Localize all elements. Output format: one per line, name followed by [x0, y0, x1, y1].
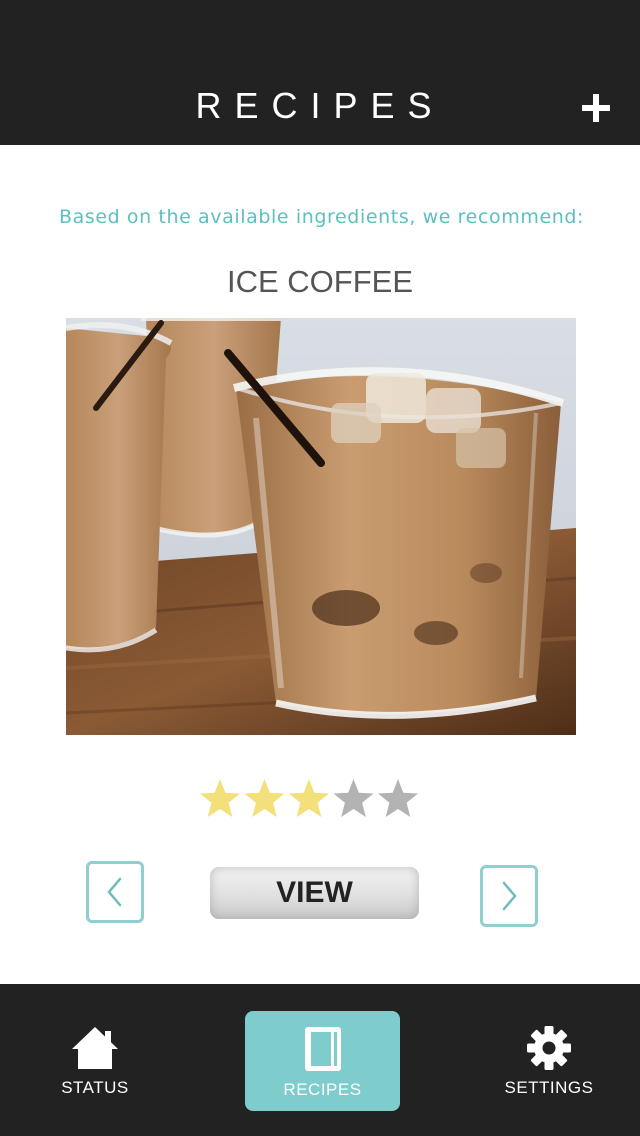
star-empty-icon[interactable]: [333, 779, 374, 817]
star-empty-icon[interactable]: [378, 779, 418, 817]
tab-recipes[interactable]: RECIPES: [245, 1011, 400, 1111]
home-icon: [70, 1023, 120, 1073]
recipe-title: ICE COFFEE: [226, 264, 413, 299]
gear-icon: [524, 1023, 574, 1073]
plus-icon: [582, 94, 610, 122]
top-bar: RECIPES: [0, 0, 640, 145]
star-filled-icon[interactable]: [200, 779, 240, 817]
star-rating[interactable]: [198, 776, 422, 822]
page-title: RECIPES: [195, 85, 445, 126]
tab-status[interactable]: STATUS: [20, 1011, 170, 1111]
tab-settings[interactable]: SETTINGS: [470, 1011, 628, 1111]
star-filled-icon[interactable]: [289, 779, 329, 817]
next-recipe-button[interactable]: [480, 865, 538, 927]
book-icon: [298, 1023, 348, 1073]
recommendation-intro: Based on the available ingredients, we r…: [58, 206, 585, 228]
tab-label: SETTINGS: [504, 1078, 594, 1097]
tab-label: STATUS: [61, 1078, 129, 1097]
add-recipe-button[interactable]: [576, 88, 616, 128]
chevron-left-icon: [107, 877, 122, 907]
star-filled-icon[interactable]: [244, 779, 285, 817]
bottom-tab-bar: STATUS RECIPES SETTINGS: [0, 984, 640, 1136]
chevron-right-icon: [502, 881, 517, 911]
ice-coffee-photo: [66, 318, 576, 735]
previous-recipe-button[interactable]: [86, 861, 144, 923]
view-recipe-button[interactable]: VIEW: [210, 867, 419, 919]
recipe-photo: [66, 318, 576, 735]
tab-label: RECIPES: [283, 1080, 362, 1099]
